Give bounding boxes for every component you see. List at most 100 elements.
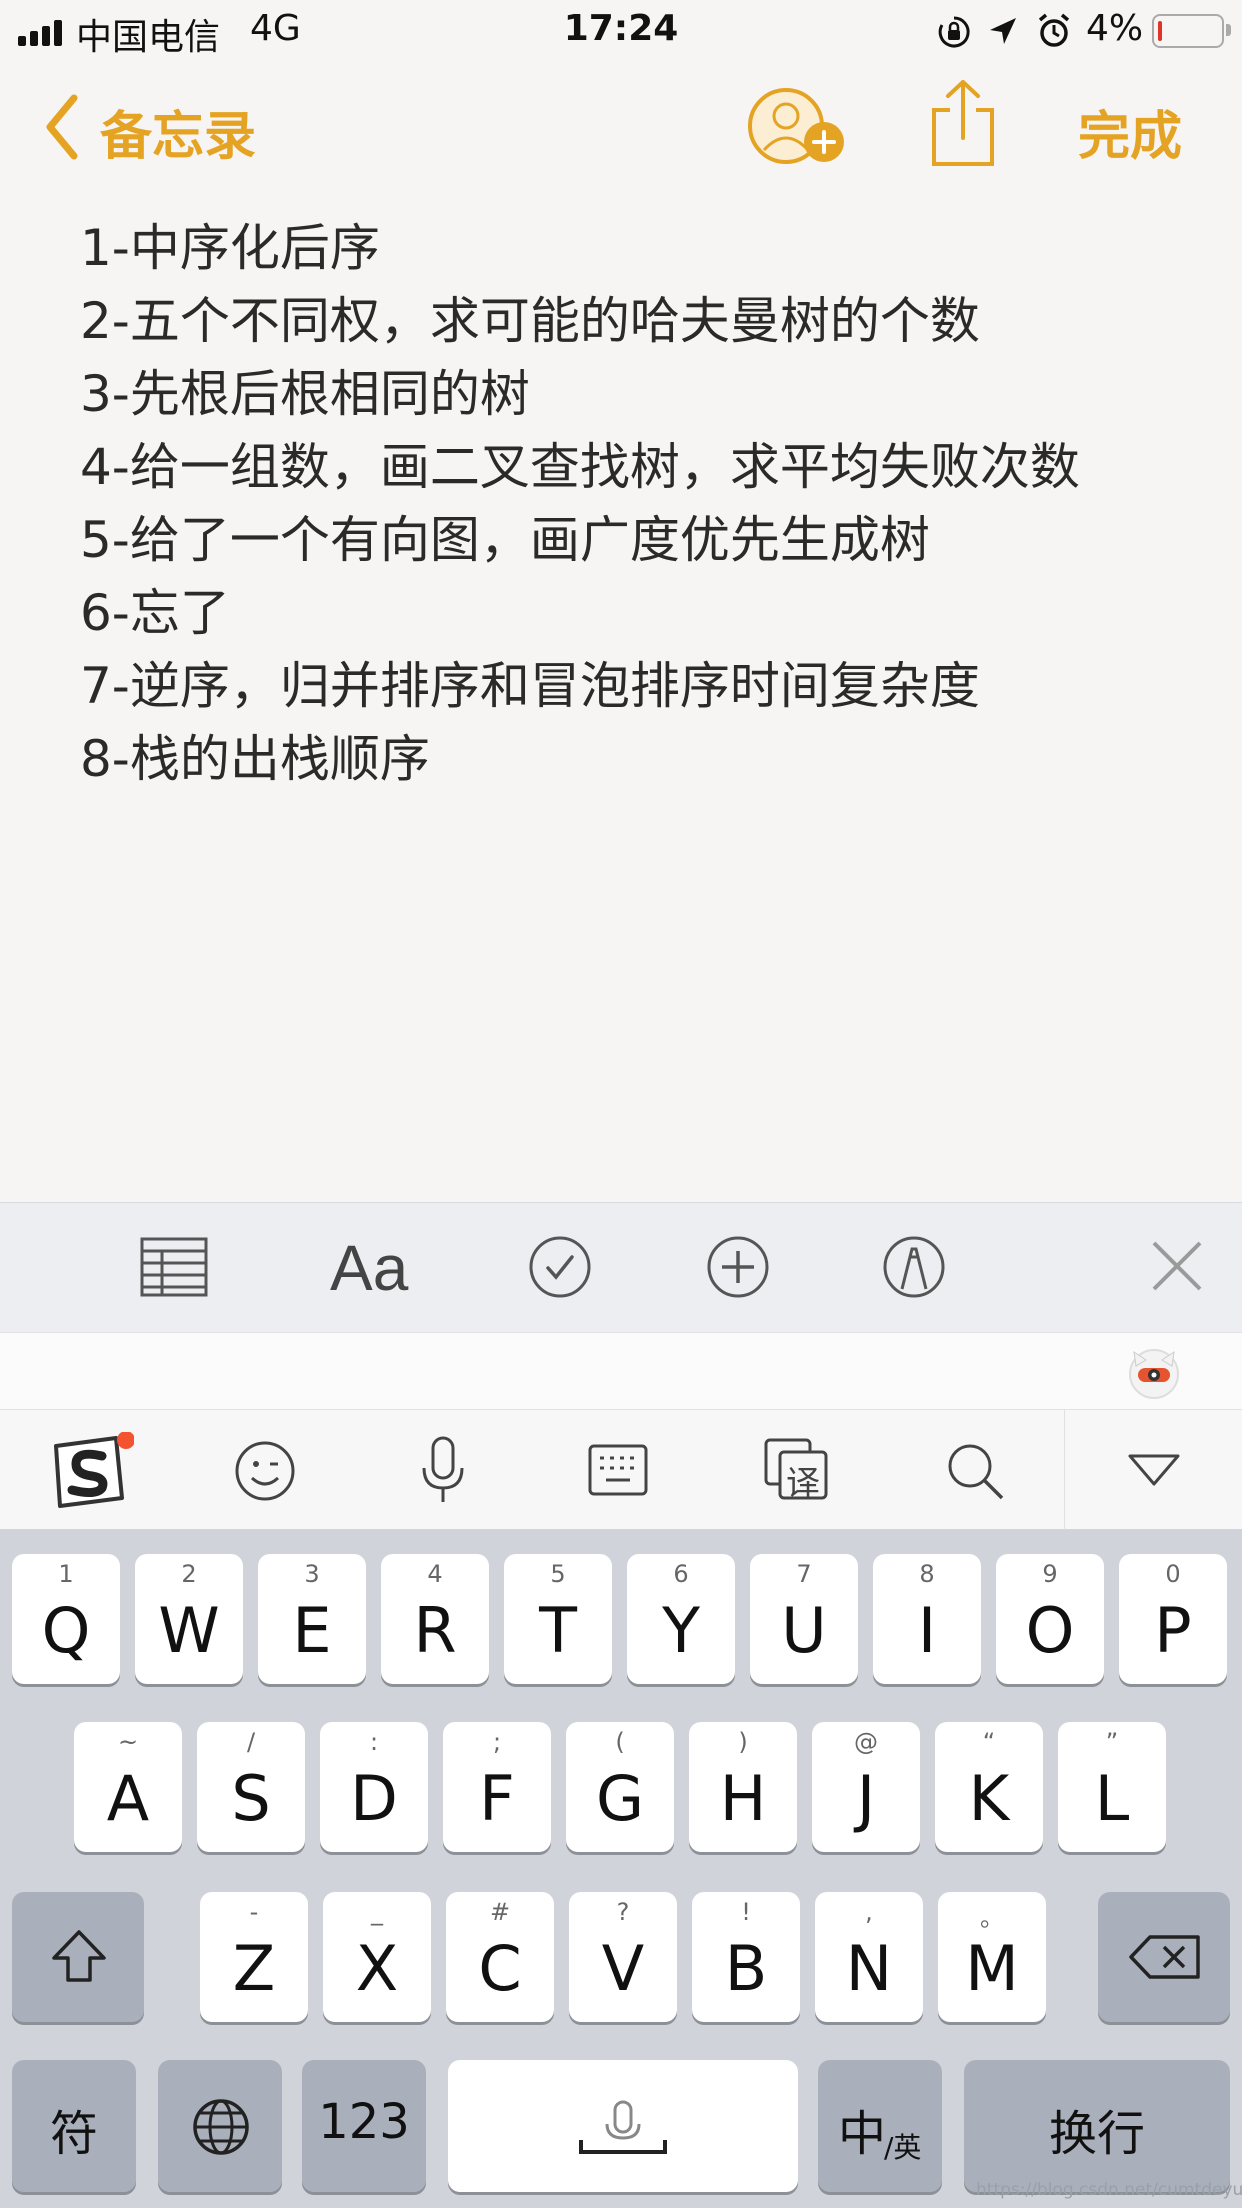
language-key-sub: /英 — [884, 2131, 922, 2164]
note-line[interactable]: 6-忘了 — [80, 577, 1180, 650]
note-body[interactable]: 1-中序化后序 2-五个不同权，求可能的哈夫曼树的个数 3-先根后根相同的树 4… — [80, 212, 1180, 796]
key-k[interactable]: “K — [935, 1722, 1043, 1852]
rotation-lock-icon — [938, 16, 970, 48]
share-icon[interactable] — [928, 78, 998, 168]
key-secondary-label: 4 — [427, 1560, 443, 1588]
key-o[interactable]: 9O — [996, 1554, 1104, 1684]
symbols-key-label: 符 — [49, 2106, 98, 2162]
key-secondary-label: “ — [982, 1728, 996, 1756]
collapse-icon[interactable] — [1128, 1454, 1180, 1486]
keyboard-icon[interactable] — [588, 1444, 648, 1496]
note-line[interactable]: 1-中序化后序 — [80, 212, 1180, 285]
key-secondary-label: # — [489, 1898, 511, 1926]
key-label: F — [479, 1762, 515, 1835]
key-c[interactable]: # C — [446, 1892, 554, 2022]
key-e[interactable]: 3E — [258, 1554, 366, 1684]
ime-toolbar: 译 — [0, 1410, 1242, 1530]
key-f[interactable]: ; F — [443, 1722, 551, 1852]
translate-char: 译 — [786, 1464, 820, 1504]
back-chevron-icon[interactable] — [42, 92, 82, 162]
note-line[interactable]: 3-先根后根相同的树 — [80, 358, 1180, 431]
add-icon[interactable] — [706, 1235, 770, 1299]
key-q[interactable]: 1Q — [12, 1554, 120, 1684]
key-i[interactable]: 8I — [873, 1554, 981, 1684]
key-secondary-label: : — [369, 1728, 379, 1756]
sogou-logo-icon[interactable] — [46, 1432, 134, 1512]
key-label: T — [539, 1594, 577, 1667]
key-label: A — [106, 1762, 150, 1835]
checklist-icon[interactable] — [528, 1235, 592, 1299]
close-icon[interactable] — [1150, 1239, 1204, 1293]
key-r[interactable]: 4R — [381, 1554, 489, 1684]
key-s[interactable]: / S — [197, 1722, 305, 1852]
language-key[interactable]: 中 /英 — [818, 2060, 942, 2192]
table-icon[interactable] — [140, 1237, 208, 1297]
return-key-label: 换行 — [1048, 2106, 1145, 2162]
done-button[interactable]: 完成 — [1078, 94, 1182, 169]
key-label: R — [413, 1594, 457, 1667]
key-secondary-label: ” — [1105, 1728, 1119, 1756]
key-label: H — [719, 1762, 767, 1835]
battery-percent: 4% — [1086, 8, 1144, 49]
key-u[interactable]: 7U — [750, 1554, 858, 1684]
key-b[interactable]: ! B — [692, 1892, 800, 2022]
backspace-key[interactable] — [1098, 1892, 1230, 2022]
key-label: I — [917, 1594, 937, 1667]
key-label: Z — [232, 1932, 276, 2005]
key-label: S — [231, 1762, 271, 1835]
key-z[interactable]: -Z — [200, 1892, 308, 2022]
shift-key[interactable] — [12, 1892, 144, 2022]
key-secondary-label: - — [249, 1898, 259, 1926]
note-line[interactable]: 8-栈的出栈顺序 — [80, 723, 1180, 796]
markup-icon[interactable] — [882, 1235, 946, 1299]
key-j[interactable]: @ J — [812, 1722, 920, 1852]
key-y[interactable]: 6Y — [627, 1554, 735, 1684]
format-toolbar: Aa — [0, 1202, 1242, 1332]
key-t[interactable]: 5T — [504, 1554, 612, 1684]
key-v[interactable]: ? V — [569, 1892, 677, 2022]
key-secondary-label: 6 — [673, 1560, 689, 1588]
key-m[interactable]: 。 M — [938, 1892, 1046, 2022]
key-secondary-label: 2 — [181, 1560, 197, 1588]
key-g[interactable]: (G — [566, 1722, 674, 1852]
note-line[interactable]: 5-给了一个有向图，画广度优先生成树 — [80, 504, 1180, 577]
microphone-icon[interactable] — [420, 1436, 466, 1506]
key-secondary-label: 7 — [796, 1560, 812, 1588]
key-label: D — [350, 1762, 398, 1835]
space-mic-icon — [579, 2100, 667, 2154]
key-p[interactable]: 0P — [1119, 1554, 1227, 1684]
note-line[interactable]: 7-逆序，归并排序和冒泡排序时间复杂度 — [80, 650, 1180, 723]
watermark: https://blog.csdn.net/cumtdeyurenjia — [976, 2180, 1242, 2200]
key-x[interactable]: _ X — [323, 1892, 431, 2022]
text-style-button[interactable]: Aa — [330, 1231, 408, 1305]
key-label: P — [1154, 1594, 1192, 1667]
key-n[interactable]: ,N — [815, 1892, 923, 2022]
translate-icon[interactable]: 译 — [764, 1438, 828, 1504]
key-label: Q — [41, 1594, 91, 1667]
symbols-key[interactable]: 符 — [12, 2060, 136, 2192]
note-line[interactable]: 4-给一组数，画二叉查找树，求平均失败次数 — [80, 431, 1180, 504]
key-label: M — [965, 1932, 1019, 2005]
key-secondary-label: 9 — [1042, 1560, 1058, 1588]
emoji-icon[interactable] — [234, 1440, 296, 1502]
key-label: E — [292, 1594, 332, 1667]
add-people-icon[interactable] — [744, 84, 848, 168]
ime-mascot-icon[interactable] — [1126, 1344, 1182, 1400]
space-key[interactable] — [448, 2060, 798, 2192]
globe-key[interactable] — [158, 2060, 282, 2192]
key-l[interactable]: ” L — [1058, 1722, 1166, 1852]
key-label: J — [856, 1762, 876, 1835]
backspace-icon — [1129, 1935, 1200, 1979]
return-key[interactable]: 换行 — [964, 2060, 1230, 2192]
numbers-key[interactable]: 123 — [302, 2060, 426, 2192]
note-line[interactable]: 2-五个不同权，求可能的哈夫曼树的个数 — [80, 285, 1180, 358]
search-icon[interactable] — [944, 1440, 1006, 1502]
key-label: L — [1094, 1762, 1130, 1835]
key-label: C — [478, 1932, 522, 2005]
key-d[interactable]: :D — [320, 1722, 428, 1852]
key-w[interactable]: 2W — [135, 1554, 243, 1684]
key-h[interactable]: ) H — [689, 1722, 797, 1852]
key-a[interactable]: ~ A — [74, 1722, 182, 1852]
key-secondary-label: ; — [492, 1728, 502, 1756]
back-button[interactable]: 备忘录 — [100, 94, 256, 169]
